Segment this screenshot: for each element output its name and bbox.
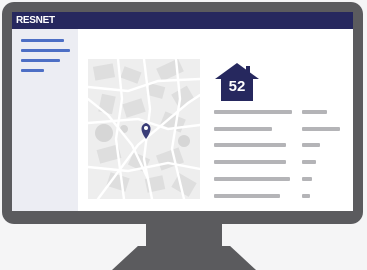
sidebar-item-4[interactable]: [21, 69, 44, 72]
main-content: 52: [78, 29, 353, 211]
detail-label-bar: [214, 143, 286, 147]
detail-label-bar: [214, 110, 292, 114]
brand-logo: RESNET: [16, 15, 55, 26]
detail-value-bar: [302, 194, 310, 198]
detail-value-bar: [302, 110, 327, 114]
screen: RESNET 52: [12, 12, 353, 211]
detail-label-bar: [214, 194, 280, 198]
detail-value-bar: [302, 177, 312, 181]
monitor-stand-base: [112, 246, 256, 270]
detail-value-bar: [302, 160, 316, 164]
map-view[interactable]: [88, 59, 200, 199]
sidebar-item-1[interactable]: [21, 39, 64, 42]
detail-value-bar: [302, 143, 320, 147]
detail-label-bar: [214, 177, 290, 181]
map-streets: [88, 59, 200, 199]
score-value: 52: [228, 78, 246, 95]
top-bar: RESNET: [12, 12, 353, 29]
score-badge: 52: [214, 62, 260, 102]
sidebar-item-3[interactable]: [21, 59, 60, 62]
detail-label-bar: [214, 160, 286, 164]
sidebar: [12, 29, 78, 211]
sidebar-item-2[interactable]: [21, 49, 70, 52]
monitor-frame: RESNET 52: [2, 2, 363, 224]
detail-label-bar: [214, 127, 272, 131]
detail-value-bar: [302, 127, 340, 131]
